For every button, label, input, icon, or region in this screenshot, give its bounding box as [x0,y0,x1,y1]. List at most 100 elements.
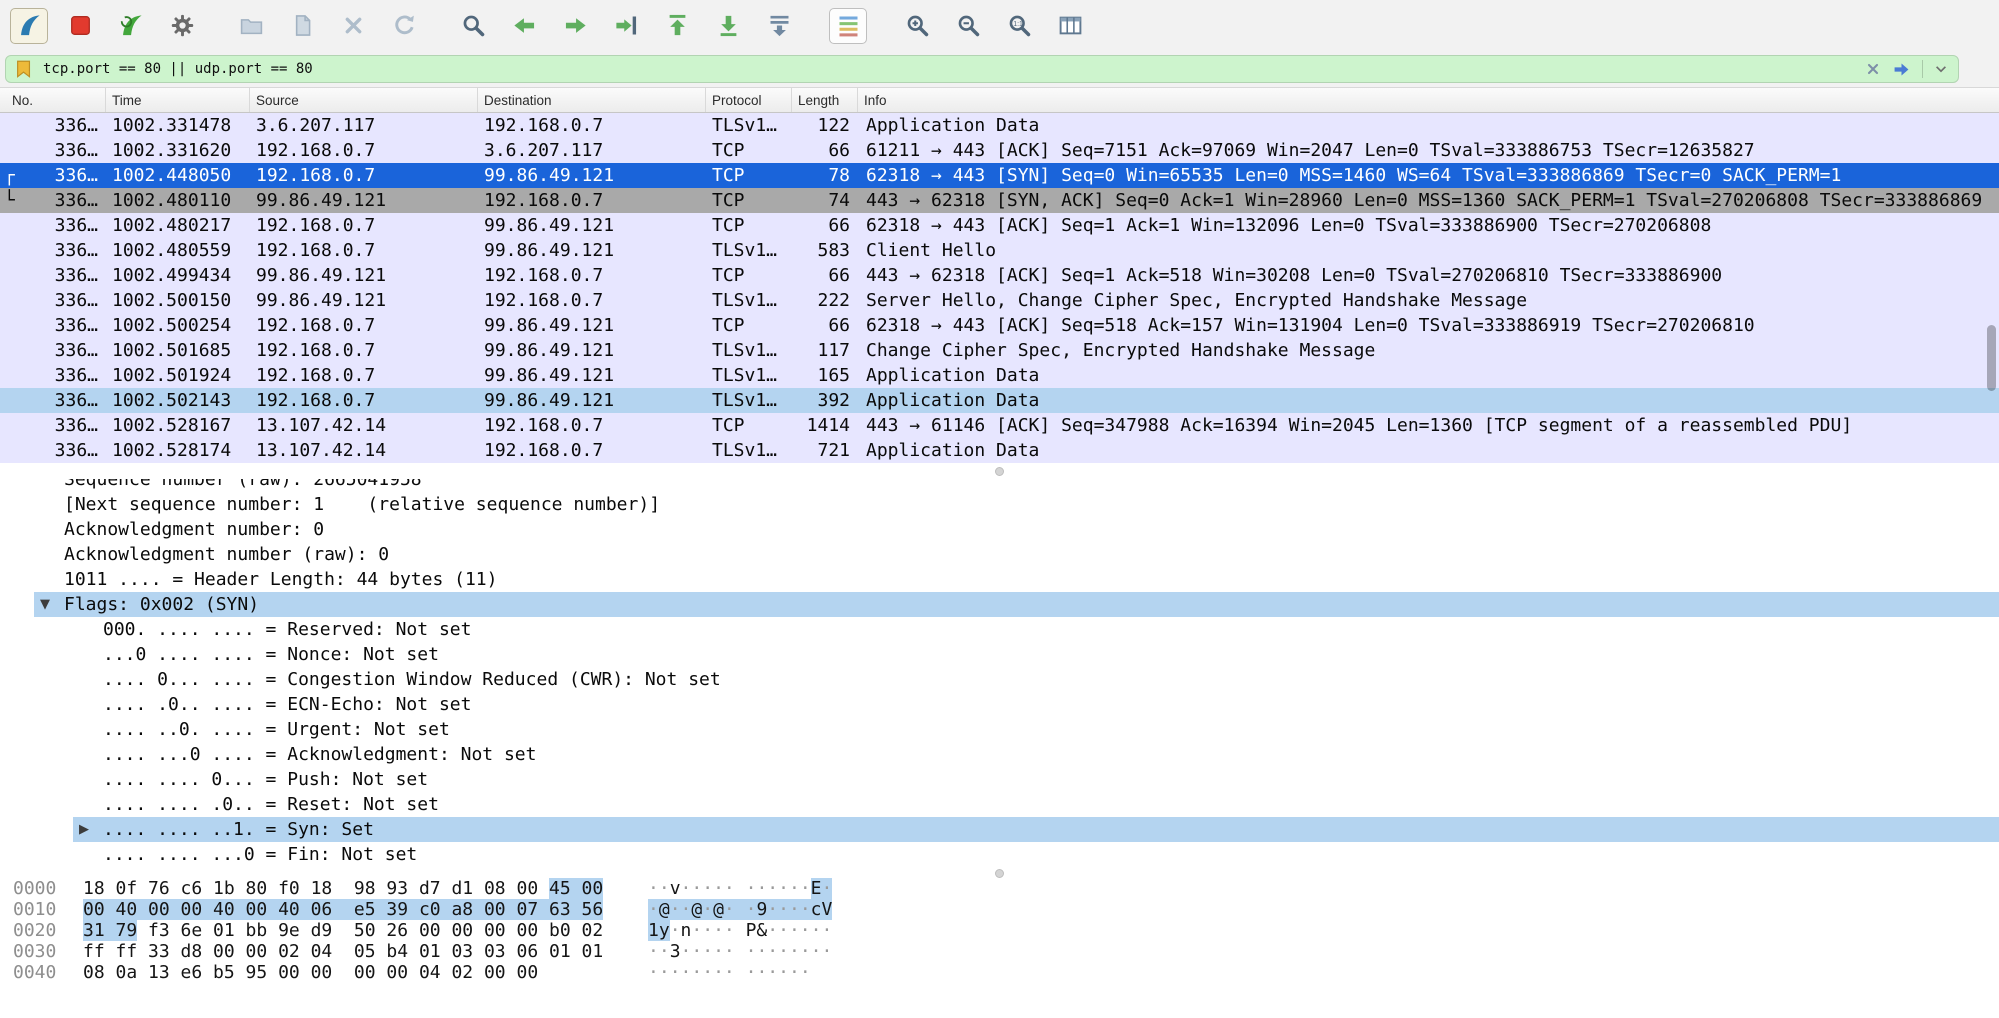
start-capture-button[interactable] [10,8,48,44]
detail-row[interactable]: 000. .... .... = Reserved: Not set [0,617,1999,642]
detail-row[interactable]: Acknowledgment number (raw): 0 [0,542,1999,567]
packet-list-scrollbar-thumb[interactable] [1987,325,1996,391]
cell-protocol: TLSv1… [706,388,792,413]
go-first-packet-button[interactable] [658,8,696,44]
magnifier-icon [460,12,487,39]
detail-row[interactable]: .... ...0 .... = Acknowledgment: Not set [0,742,1999,767]
capture-options-button[interactable] [163,8,201,44]
filter-apply-icon[interactable] [1892,60,1911,79]
detail-row[interactable]: 1011 .... = Header Length: 44 bytes (11) [0,567,1999,592]
detail-row[interactable]: .... .0.. .... = ECN-Echo: Not set [0,692,1999,717]
detail-row[interactable]: .... .... .0.. = Reset: Not set [0,792,1999,817]
autoscroll-icon [766,12,793,39]
detail-row[interactable]: ▼Flags: 0x002 (SYN) [0,592,1999,617]
close-file-button [334,8,372,44]
detail-row[interactable]: ...0 .... .... = Nonce: Not set [0,642,1999,667]
hex-bytes: ff ff 33 d8 00 00 02 04 05 b4 01 03 03 0… [83,941,603,962]
cell-info: 443 → 61146 [ACK] Seq=347988 Ack=16394 W… [858,413,1999,438]
packet-row[interactable]: 336…1002.52816713.107.42.14192.168.0.7TC… [0,413,1999,438]
filter-bar: tcp.port == 80 || udp.port == 80 [0,51,1999,87]
column-header-protocol[interactable]: Protocol [706,88,792,112]
column-header-destination[interactable]: Destination [478,88,706,112]
cell-time: 1002.480217 [106,213,250,238]
column-header-source[interactable]: Source [250,88,478,112]
hex-row[interactable]: 001000 40 00 00 40 00 40 06 e5 39 c0 a8 … [0,899,1999,920]
filter-separator [1922,60,1923,78]
stop-capture-button[interactable] [61,8,99,44]
conversation-bracket [4,388,26,413]
detail-text: .... ..0. .... = Urgent: Not set [103,717,450,742]
cell-source: 99.86.49.121 [250,288,478,313]
pane-splitter-upper[interactable] [0,463,1999,479]
detail-row[interactable]: .... .... ...0 = Fin: Not set [0,842,1999,867]
restart-capture-button[interactable] [112,8,150,44]
packet-row[interactable]: 336…1002.3314783.6.207.117192.168.0.7TLS… [0,113,1999,138]
resize-columns-button[interactable] [1051,8,1089,44]
cell-info: 443 → 62318 [ACK] Seq=1 Ack=518 Win=3020… [858,263,1999,288]
packet-row[interactable]: 336…1002.480217192.168.0.799.86.49.121TC… [0,213,1999,238]
filter-dropdown-icon[interactable] [1934,62,1948,76]
cell-destination: 192.168.0.7 [478,413,706,438]
zoom-in-button[interactable] [898,8,936,44]
zoom-out-button[interactable] [949,8,987,44]
display-filter-field[interactable]: tcp.port == 80 || udp.port == 80 [5,55,1959,83]
packet-row[interactable]: 336…1002.49943499.86.49.121192.168.0.7TC… [0,263,1999,288]
cell-info: Change Cipher Spec, Encrypted Handshake … [858,338,1999,363]
cell-protocol: TLSv1… [706,438,792,463]
goto-icon [613,12,640,39]
go-last-packet-button[interactable] [709,8,747,44]
column-header-no[interactable]: No. [0,88,106,112]
detail-row[interactable]: .... ..0. .... = Urgent: Not set [0,717,1999,742]
packet-row[interactable]: 336…1002.501685192.168.0.799.86.49.121TL… [0,338,1999,363]
detail-row[interactable]: Acknowledgment number: 0 [0,517,1999,542]
cell-source: 192.168.0.7 [250,138,478,163]
detail-row[interactable]: Sequence number (raw): 2665041958 [0,479,1999,492]
filter-clear-icon[interactable] [1865,61,1881,77]
hex-row[interactable]: 0030ff ff 33 d8 00 00 02 04 05 b4 01 03 … [0,941,1999,962]
cell-length: 1414 [792,413,858,438]
packet-row[interactable]: 336…1002.500254192.168.0.799.86.49.121TC… [0,313,1999,338]
cell-info: 62318 → 443 [SYN] Seq=0 Win=65535 Len=0 … [858,163,1999,188]
hex-row[interactable]: 000018 0f 76 c6 1b 80 f0 18 98 93 d7 d1 … [0,878,1999,899]
column-header-info[interactable]: Info [858,88,1999,112]
packet-row[interactable]: 336…1002.331620192.168.0.73.6.207.117TCP… [0,138,1999,163]
pane-splitter-lower[interactable] [0,868,1999,878]
hex-row[interactable]: 002031 79 f3 6e 01 bb 9e d9 50 26 00 00 … [0,920,1999,941]
hex-ascii: ········ ······ [648,962,811,983]
zoom-reset-button[interactable]: 1:1 [1000,8,1038,44]
detail-row[interactable]: .... .... 0... = Push: Not set [0,767,1999,792]
cell-destination: 99.86.49.121 [478,388,706,413]
folder-icon [238,12,265,39]
column-header-length[interactable]: Length [792,88,858,112]
zoom-in-icon [904,12,931,39]
cell-length: 74 [792,188,858,213]
packet-row[interactable]: 336…1002.50015099.86.49.121192.168.0.7TL… [0,288,1999,313]
detail-row[interactable]: .... 0... .... = Congestion Window Reduc… [0,667,1999,692]
find-packet-button[interactable] [454,8,492,44]
packet-row[interactable]: 336…1002.52817413.107.42.14192.168.0.7TL… [0,438,1999,463]
expander-open-icon[interactable]: ▼ [40,592,64,617]
detail-row[interactable]: ▶.... .... ..1. = Syn: Set [0,817,1999,842]
cell-source: 99.86.49.121 [250,188,478,213]
packet-row[interactable]: 336…1002.502143192.168.0.799.86.49.121TL… [0,388,1999,413]
cell-source: 192.168.0.7 [250,313,478,338]
go-back-button[interactable] [505,8,543,44]
detail-row[interactable]: [Next sequence number: 1 (relative seque… [0,492,1999,517]
cell-source: 192.168.0.7 [250,338,478,363]
auto-scroll-button[interactable] [760,8,798,44]
column-header-time[interactable]: Time [106,88,250,112]
filter-bookmark-icon[interactable] [14,59,34,79]
packet-row[interactable]: 336…1002.480559192.168.0.799.86.49.121TL… [0,238,1999,263]
packet-row[interactable]: 336…1002.501924192.168.0.799.86.49.121TL… [0,363,1999,388]
hex-row[interactable]: 004008 0a 13 e6 b5 95 00 00 00 00 04 02 … [0,962,1999,983]
colorize-packets-button[interactable] [829,8,867,44]
go-forward-button[interactable] [556,8,594,44]
go-to-packet-button[interactable] [607,8,645,44]
expander-closed-icon[interactable]: ▶ [79,817,103,842]
packet-row[interactable]: ┌336…1002.448050192.168.0.799.86.49.121T… [0,163,1999,188]
filter-expression[interactable]: tcp.port == 80 || udp.port == 80 [43,61,313,77]
stop-red-icon [67,12,94,39]
hex-ascii: ··3····· ········ [648,941,832,962]
hex-ascii: 1y·n···· P&······ [648,920,832,941]
packet-row[interactable]: └336…1002.48011099.86.49.121192.168.0.7T… [0,188,1999,213]
